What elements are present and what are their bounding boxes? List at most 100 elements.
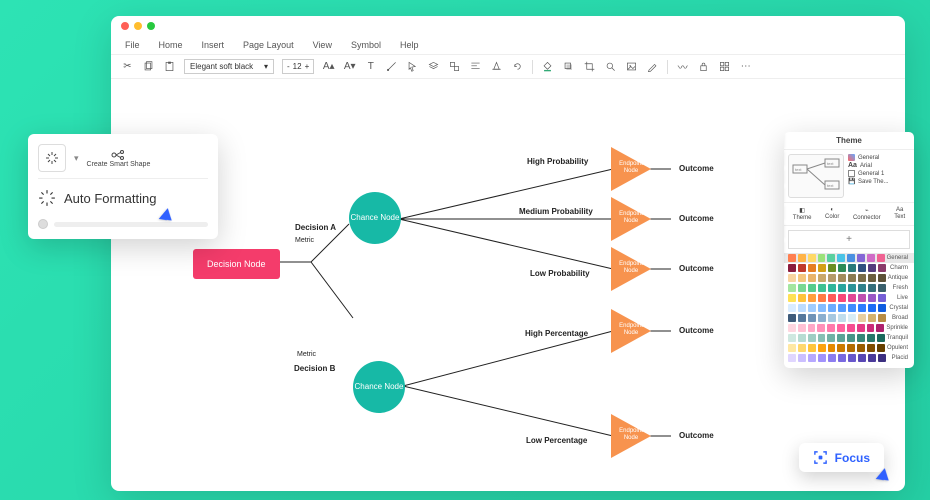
grid-icon[interactable]: [718, 60, 731, 73]
canvas[interactable]: Decision Node Chance Node Chance Node De…: [131, 106, 885, 481]
swatch: [857, 334, 865, 342]
preview-opt-save[interactable]: 💾Save The...: [848, 178, 910, 185]
palette-row-antique[interactable]: Antique: [784, 273, 914, 283]
focus-button[interactable]: Focus: [799, 443, 884, 472]
swatch: [798, 254, 806, 262]
palette-name: Antique: [888, 275, 910, 281]
outcome-5: Outcome: [679, 431, 714, 440]
prop-theme[interactable]: ◧Theme: [793, 207, 812, 221]
swatch: [818, 354, 826, 362]
chance-node-b[interactable]: Chance Node: [353, 361, 405, 413]
palette-name: Broad: [892, 315, 910, 321]
pointer-tool-icon[interactable]: [406, 60, 419, 73]
swatch: [798, 294, 806, 302]
menu-symbol[interactable]: Symbol: [351, 40, 381, 50]
menu-page-layout[interactable]: Page Layout: [243, 40, 294, 50]
preview-opt-set[interactable]: General 1: [848, 170, 910, 177]
swatch: [798, 324, 806, 332]
palette-row-placid[interactable]: Placid: [784, 353, 914, 363]
palette-name: Placid: [892, 355, 910, 361]
palette-row-general[interactable]: General: [784, 253, 914, 263]
auto-formatting-button[interactable]: Auto Formatting: [38, 179, 208, 207]
swatch: [798, 334, 806, 342]
copy-icon[interactable]: [142, 60, 155, 73]
text-tool-icon[interactable]: T: [364, 60, 377, 73]
endpoint-4[interactable]: Endpoint Node: [611, 309, 651, 353]
palette-row-live[interactable]: Live: [784, 293, 914, 303]
font-size-down-icon[interactable]: A▾: [343, 60, 356, 73]
lock-icon[interactable]: [697, 60, 710, 73]
swatch: [828, 304, 836, 312]
chance-node-a[interactable]: Chance Node: [349, 192, 401, 244]
swatch: [808, 294, 816, 302]
menu-insert[interactable]: Insert: [202, 40, 225, 50]
swatch: [788, 304, 796, 312]
prop-text[interactable]: AaText: [894, 207, 905, 221]
palette-row-crystal[interactable]: Crystal: [784, 303, 914, 313]
prop-color[interactable]: ◐Color: [825, 207, 839, 221]
line-style-icon[interactable]: 〰: [676, 60, 689, 73]
auto-layout-button[interactable]: [38, 144, 66, 172]
max-dot[interactable]: [147, 22, 155, 30]
pen-icon[interactable]: [646, 60, 659, 73]
swatch: [808, 354, 816, 362]
cut-icon[interactable]: ✂: [121, 60, 134, 73]
swatch: [788, 284, 796, 292]
shadow-icon[interactable]: [562, 60, 575, 73]
swatch: [877, 344, 885, 352]
swatch: [828, 274, 836, 282]
palette-row-broad[interactable]: Broad: [784, 313, 914, 323]
preview-opt-font[interactable]: AaArial: [848, 162, 910, 169]
fill-icon[interactable]: [541, 60, 554, 73]
image-icon[interactable]: [625, 60, 638, 73]
paste-icon[interactable]: [163, 60, 176, 73]
palette-row-tranquil[interactable]: Tranquil: [784, 333, 914, 343]
crop-icon[interactable]: [583, 60, 596, 73]
more-icon[interactable]: ⋯: [739, 60, 752, 73]
palette-row-sprinkle[interactable]: Sprinkle: [784, 323, 914, 333]
group-icon[interactable]: [448, 60, 461, 73]
swatch: [818, 294, 826, 302]
font-size-select[interactable]: -12+: [282, 59, 314, 74]
swatch: [848, 304, 856, 312]
endpoint-5[interactable]: Endpoint Node: [611, 414, 651, 458]
palette-row-fresh[interactable]: Fresh: [784, 283, 914, 293]
endpoint-3[interactable]: Endpoint Node: [611, 247, 651, 291]
font-select[interactable]: Elegant soft black▾: [184, 59, 274, 74]
menu-view[interactable]: View: [313, 40, 332, 50]
prop-connector[interactable]: ⌁Connector: [853, 207, 881, 221]
swatch: [818, 284, 826, 292]
menu-home[interactable]: Home: [159, 40, 183, 50]
menu-help[interactable]: Help: [400, 40, 419, 50]
search-icon[interactable]: [604, 60, 617, 73]
theme-preview[interactable]: texttexttext: [788, 154, 844, 198]
palette-row-charm[interactable]: Charm: [784, 263, 914, 273]
create-smart-shape-button[interactable]: Create Smart Shape: [87, 149, 151, 168]
swatch: [838, 274, 846, 282]
distribute-icon[interactable]: [490, 60, 503, 73]
swatch: [878, 294, 886, 302]
menu-file[interactable]: File: [125, 40, 140, 50]
palette-row-opulent[interactable]: Opulent: [784, 343, 914, 353]
swatch: [877, 334, 885, 342]
swatch: [817, 324, 825, 332]
min-dot[interactable]: [134, 22, 142, 30]
connector-tool-icon[interactable]: [385, 60, 398, 73]
swatch: [838, 284, 846, 292]
swatch: [867, 344, 875, 352]
auto-format-popup: ▾ Create Smart Shape Auto Formatting: [28, 134, 218, 239]
decision-node[interactable]: Decision Node: [193, 249, 280, 279]
font-size-up-icon[interactable]: A▴: [322, 60, 335, 73]
outcome-2: Outcome: [679, 214, 714, 223]
add-palette-button[interactable]: +: [788, 230, 910, 249]
close-dot[interactable]: [121, 22, 129, 30]
endpoint-2[interactable]: Endpoint Node: [611, 197, 651, 241]
chevron-down-icon[interactable]: ▾: [74, 153, 79, 164]
preview-opt-general[interactable]: General: [848, 154, 910, 161]
theme-panel: Theme texttexttext General AaArial Gener…: [784, 132, 914, 368]
metric-a: Metric: [295, 237, 314, 244]
layers-icon[interactable]: [427, 60, 440, 73]
rotate-icon[interactable]: [511, 60, 524, 73]
align-icon[interactable]: [469, 60, 482, 73]
endpoint-1[interactable]: Endpoint Node: [611, 147, 651, 191]
